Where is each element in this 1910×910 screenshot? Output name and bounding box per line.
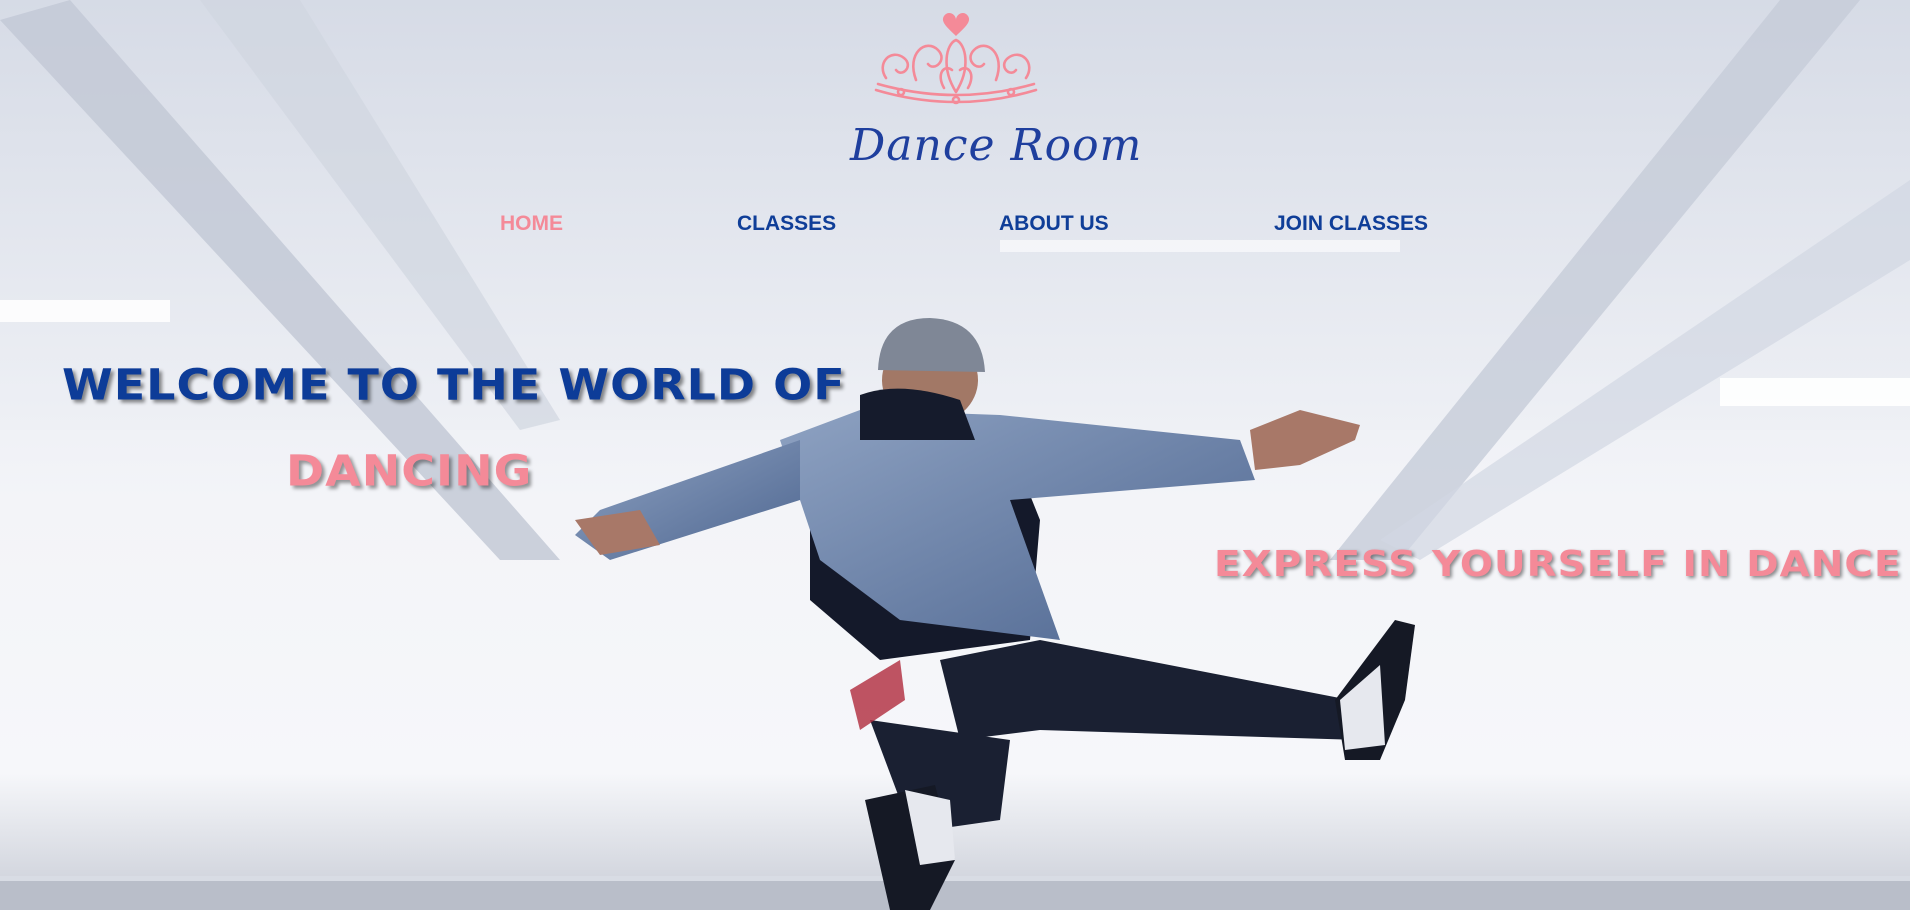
main-nav: HOME CLASSES ABOUT US JOIN CLASSES <box>0 212 1910 242</box>
nav-item-home[interactable]: HOME <box>500 212 563 236</box>
brand-name: Dance Room <box>850 120 1143 171</box>
nav-item-classes[interactable]: CLASSES <box>737 212 836 236</box>
hero-headline-line1: WELCOME TO THE WORLD OF <box>62 360 846 410</box>
hero-tagline: EXPRESS YOURSELF IN DANCE <box>1214 543 1902 586</box>
hero-headline-line2: DANCING <box>286 446 533 496</box>
nav-item-join-classes[interactable]: JOIN CLASSES <box>1274 212 1428 236</box>
home-page: Dance Room HOME CLASSES ABOUT US JOIN CL… <box>0 0 1910 910</box>
nav-item-about-us[interactable]: ABOUT US <box>999 212 1109 236</box>
tiara-heart-icon <box>874 13 1038 105</box>
brand-logo[interactable]: Dance Room <box>850 8 1143 173</box>
